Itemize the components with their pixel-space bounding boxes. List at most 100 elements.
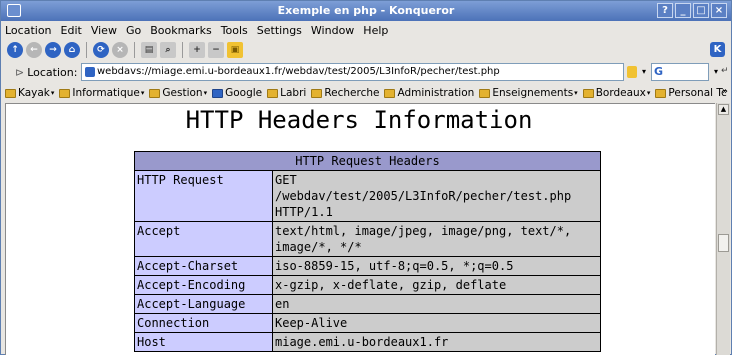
header-key: Connection: [134, 313, 273, 333]
menu-view[interactable]: View: [91, 24, 117, 37]
vertical-scrollbar[interactable]: ▲: [716, 103, 730, 355]
menu-go[interactable]: Go: [126, 24, 141, 37]
table-row: Accept-Language en: [134, 294, 601, 314]
konqueror-window: Exemple en php - Konqueror ? _ □ × Locat…: [0, 0, 732, 355]
clear-location-icon[interactable]: ⊳: [15, 66, 24, 79]
home-icon[interactable]: ⌂: [64, 42, 80, 58]
up-icon[interactable]: ↑: [7, 42, 23, 58]
header-value: iso-8859-15, utf-8;q=0.5, *;q=0.5: [272, 256, 601, 276]
site-favicon-icon: [85, 67, 95, 77]
bookmark-gestion[interactable]: Gestion ▾: [149, 87, 207, 99]
bookmark-recherche[interactable]: Recherche: [311, 87, 379, 99]
header-value: text/html, image/jpeg, image/png, text/*…: [272, 221, 601, 257]
bookmark-bordeaux[interactable]: Bordeaux ▾: [582, 87, 651, 99]
header-value: Keep-Alive: [272, 313, 601, 333]
menu-bookmarks[interactable]: Bookmarks: [150, 24, 211, 37]
location-bar: ⊳ Location: webdavs://miage.emi.u-bordeau…: [1, 61, 731, 83]
location-dropdown-icon[interactable]: ▾: [639, 64, 649, 80]
folder-icon: [267, 88, 279, 98]
folder-icon: [479, 88, 491, 98]
table-row: Accept-Encoding x-gzip, x-deflate, gzip, …: [134, 275, 601, 295]
table-row: Accept-Charset iso-8859-15, utf-8;q=0.5, …: [134, 256, 601, 276]
header-key: Accept-Encoding: [134, 275, 273, 295]
help-button[interactable]: ?: [657, 3, 673, 18]
header-value: en: [272, 294, 601, 314]
folder-icon: [582, 88, 594, 98]
folder-icon: [311, 88, 323, 98]
google-icon: [212, 88, 224, 98]
bookmark-administration[interactable]: Administration: [384, 87, 474, 99]
zoom-in-icon[interactable]: +: [189, 42, 205, 58]
title-bar[interactable]: Exemple en php - Konqueror ? _ □ ×: [1, 1, 731, 21]
header-key: Accept-Charset: [134, 256, 273, 276]
header-key: HTTP Request: [134, 170, 273, 222]
bookmarks-overflow-button[interactable]: »: [722, 86, 728, 97]
table-row: HTTP Request GET /webdav/test/2005/L3Info…: [134, 170, 601, 222]
forward-icon[interactable]: →: [45, 42, 61, 58]
table-row: Connection Keep-Alive: [134, 313, 601, 333]
table-row: Accept text/html, image/jpeg, image/png, …: [134, 221, 601, 257]
bookmark-informatique[interactable]: Informatique ▾: [59, 87, 144, 99]
ssl-lock-icon[interactable]: [627, 66, 637, 78]
chevron-down-icon: ▾: [203, 89, 208, 97]
google-search-icon: G: [654, 65, 664, 78]
chevron-down-icon: ▾: [574, 89, 578, 97]
konqueror-logo-icon: K: [710, 42, 725, 57]
bookmark-personal[interactable]: Personal Tc: [655, 87, 727, 99]
menu-help[interactable]: Help: [363, 24, 388, 37]
bookmark-enseignements[interactable]: Enseignements ▾: [479, 87, 578, 99]
header-key: Accept: [134, 221, 273, 257]
chevron-down-icon: ▾: [646, 89, 651, 97]
window-title: Exemple en php - Konqueror: [277, 4, 455, 17]
folder-icon: [59, 88, 71, 98]
menu-window[interactable]: Window: [311, 24, 354, 37]
page-viewport[interactable]: HTTP Headers Information HTTP Request He…: [5, 103, 715, 355]
folder-icon: [384, 88, 396, 98]
back-icon[interactable]: ←: [26, 42, 42, 58]
menu-tools[interactable]: Tools: [221, 24, 248, 37]
scroll-thumb[interactable]: [718, 234, 729, 252]
maximize-button[interactable]: □: [693, 3, 709, 18]
location-input[interactable]: webdavs://miage.emi.u-bordeaux1.fr/webda…: [81, 63, 624, 81]
minimize-button[interactable]: _: [675, 3, 691, 18]
header-key: Accept-Language: [134, 294, 273, 314]
print-icon[interactable]: ▤: [141, 42, 157, 58]
headers-table: HTTP Request Headers HTTP Request GET /we…: [134, 151, 601, 352]
header-key: Host: [134, 332, 273, 352]
reload-icon[interactable]: ⟳: [93, 42, 109, 58]
menu-edit[interactable]: Edit: [61, 24, 82, 37]
location-label: ⊳ Location:: [15, 65, 78, 79]
toolbar-separator: [134, 42, 135, 58]
bookmark-labri[interactable]: Labri: [267, 87, 306, 99]
search-input[interactable]: G: [651, 63, 709, 81]
header-value: miage.emi.u-bordeaux1.fr: [272, 332, 601, 352]
page-title: HTTP Headers Information: [185, 106, 533, 134]
header-value: GET /webdav/test/2005/L3InfoR/pecher/tes…: [272, 170, 601, 222]
location-url: webdavs://miage.emi.u-bordeaux1.fr/webda…: [97, 66, 500, 77]
bookmark-google[interactable]: Google: [212, 87, 262, 99]
folder-icon: [655, 88, 667, 98]
scroll-up-icon[interactable]: ▲: [718, 104, 729, 115]
bookmark-kayak[interactable]: Kayak ▾: [5, 87, 54, 99]
close-button[interactable]: ×: [711, 3, 727, 18]
chevron-down-icon: ▾: [140, 89, 145, 97]
folder-icon: [149, 88, 161, 98]
go-icon[interactable]: ↵: [721, 66, 731, 78]
table-row: Host miage.emi.u-bordeaux1.fr: [134, 332, 601, 352]
folder-icon: [5, 88, 16, 98]
search-dropdown-icon[interactable]: ▾: [711, 64, 721, 80]
chevron-down-icon: ▾: [50, 89, 55, 97]
table-title: HTTP Request Headers: [134, 151, 601, 171]
bookmark-toolbar: Kayak ▾ Informatique ▾ Gestion ▾ Google Lab…: [1, 83, 731, 103]
toolbar-separator: [86, 42, 87, 58]
header-value: x-gzip, x-deflate, gzip, deflate: [272, 275, 601, 295]
zoom-out-icon[interactable]: −: [208, 42, 224, 58]
toolbar-separator: [182, 42, 183, 58]
menu-location[interactable]: Location: [5, 24, 52, 37]
stop-icon[interactable]: ×: [112, 42, 128, 58]
menu-settings[interactable]: Settings: [257, 24, 302, 37]
security-lock-icon[interactable]: ▣: [227, 42, 243, 58]
find-icon[interactable]: ⌕: [160, 42, 176, 58]
main-toolbar: ↑ ← → ⌂ ⟳ × ▤ ⌕ + − ▣: [1, 39, 731, 61]
menu-bar: Location Edit View Go Bookmarks Tools Se…: [1, 21, 731, 39]
